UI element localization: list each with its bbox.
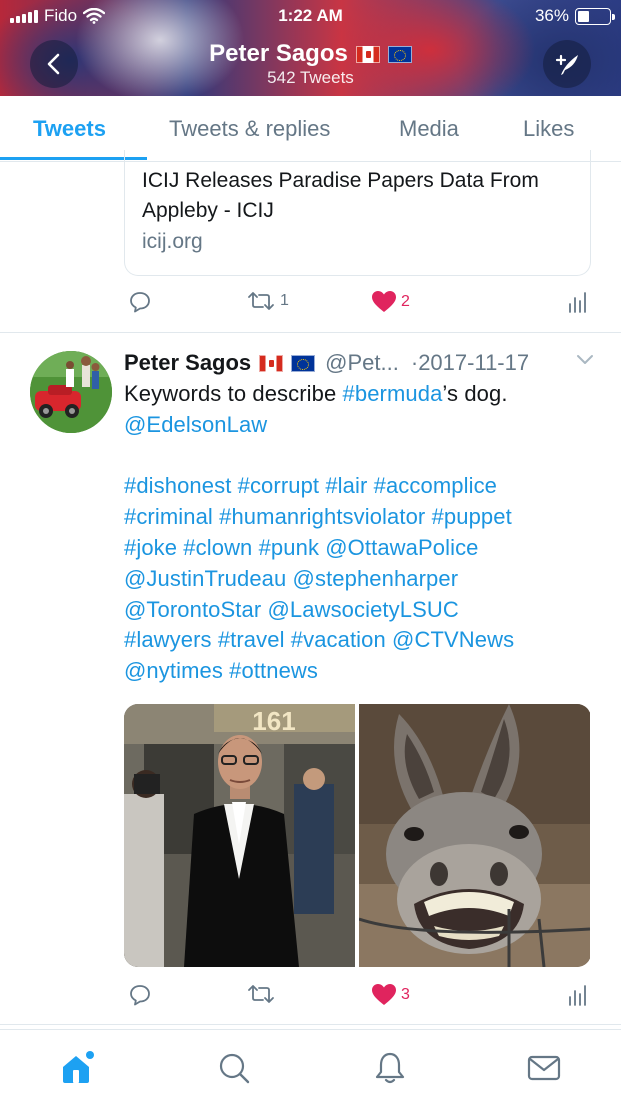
like-count: 2 [401, 293, 410, 310]
reply-button[interactable] [128, 290, 152, 314]
profile-header: Fido 1:22 AM 36% Peter Sagos 542 Tweets [0, 0, 621, 96]
tab-media[interactable]: Media [399, 116, 459, 142]
reply-icon [130, 292, 150, 313]
home-icon [63, 1051, 94, 1083]
tweet-text-segment: Keywords to describe [124, 381, 343, 406]
tweet-text: Keywords to describe #bermuda’s dog. @Ede… [124, 379, 594, 687]
canada-flag-icon [355, 45, 380, 63]
status-time: 1:22 AM [278, 6, 343, 25]
tweet-link[interactable]: #bermuda [343, 381, 443, 406]
tweet-text-line: @TorontoStar @LawsocietyLSUC [124, 595, 594, 626]
retweet-icon [248, 292, 274, 310]
nav-messages[interactable] [526, 1050, 562, 1086]
building-number: 161 [252, 706, 295, 736]
compose-tweet-icon [555, 54, 578, 75]
analytics-button[interactable] [567, 983, 587, 1007]
analytics-icon [569, 985, 586, 1006]
retweet-button[interactable] [246, 983, 280, 1005]
tweet-link[interactable]: @JustinTrudeau @stephenharper [124, 566, 458, 591]
analytics-icon [569, 292, 586, 313]
chevron-down-icon[interactable] [576, 354, 594, 366]
tweet-text-line: @JustinTrudeau @stephenharper [124, 564, 594, 595]
retweet-button[interactable]: 1 [246, 290, 289, 312]
tweet-link[interactable]: #joke #clown #punk @OttawaPolice [124, 535, 479, 560]
canada-flag-icon [259, 354, 284, 372]
eu-flag-icon [387, 45, 412, 63]
tweet-link[interactable]: #criminal #humanrightsviolator #puppet [124, 504, 512, 529]
tweet-link[interactable]: @nytimes #ottnews [124, 658, 318, 683]
like-count: 3 [401, 986, 410, 1003]
avatar[interactable] [30, 351, 112, 433]
link-card-title: ICIJ Releases Paradise Papers Data From … [142, 169, 539, 222]
tweet-text-line: #dishonest #corrupt #lair #accomplice [124, 471, 594, 502]
profile-name: Peter Sagos [209, 40, 348, 67]
tweet-count: 542 Tweets [267, 68, 354, 87]
tweet-link[interactable]: #lawyers #travel #vacation @CTVNews [124, 627, 514, 652]
tweet-link[interactable]: #dishonest #corrupt #lair #accomplice [124, 473, 497, 498]
tweet-text-line: @nytimes #ottnews [124, 656, 594, 687]
nav-home[interactable] [59, 1050, 95, 1086]
notifications-icon [375, 1052, 405, 1084]
compose-tweet-button[interactable] [543, 40, 591, 88]
tweet-text-line: #criminal #humanrightsviolator #puppet [124, 502, 594, 533]
status-bar: Fido 1:22 AM 36% [0, 0, 621, 34]
tweet-divider [0, 1024, 621, 1025]
tweet-date[interactable]: ·2017-11-17 [411, 350, 529, 376]
like-button[interactable]: 3 [371, 983, 410, 1007]
eu-flag-icon [291, 354, 316, 372]
nav-notifications[interactable] [372, 1050, 408, 1086]
tab-tweets-and-replies[interactable]: Tweets & replies [169, 116, 330, 142]
media-photo-lawyer[interactable]: 161 [124, 704, 355, 967]
analytics-button[interactable] [567, 290, 587, 314]
battery-percent: 36% [534, 6, 569, 25]
tweet-author-name[interactable]: Peter Sagos [124, 350, 251, 376]
tweet-text-line: @EdelsonLaw [124, 410, 594, 441]
tweet-actions: 3 [124, 983, 594, 1013]
tweet-text-segment: ’s dog. [442, 381, 508, 406]
tweet-text-line: #lawyers #travel #vacation @CTVNews [124, 625, 594, 656]
like-button[interactable]: 2 [371, 290, 410, 314]
search-icon [219, 1053, 250, 1084]
tab-tweets[interactable]: Tweets [33, 116, 106, 142]
tweet-text-line: #joke #clown #punk @OttawaPolice [124, 533, 594, 564]
tweet-divider [0, 332, 621, 333]
messages-icon [527, 1055, 561, 1081]
tweet-link[interactable]: @EdelsonLaw [124, 412, 267, 437]
heart-filled-icon [372, 291, 396, 312]
tab-likes[interactable]: Likes [523, 116, 574, 142]
tweet-header: Peter Sagos @Pet... ·2017-11-17 [124, 348, 594, 378]
tweet-actions: 1 2 [124, 290, 594, 320]
battery-icon [575, 7, 615, 25]
link-card-domain: icij.org [142, 230, 203, 253]
retweet-icon [248, 985, 274, 1003]
reply-button[interactable] [128, 983, 152, 1007]
tweet-text-line: Keywords to describe #bermuda’s dog. [124, 379, 594, 410]
media-photo-donkey[interactable] [359, 704, 590, 967]
reply-icon [130, 985, 150, 1006]
header-title: Peter Sagos 542 Tweets [0, 40, 621, 88]
link-preview-card[interactable]: ICIJ Releases Paradise Papers Data From … [124, 150, 591, 276]
retweet-count: 1 [280, 292, 289, 309]
bottom-tab-bar [0, 1029, 621, 1104]
nav-search[interactable] [216, 1050, 252, 1086]
tweet-text-line [124, 441, 594, 472]
tweet-author-handle[interactable]: @Pet... [325, 350, 399, 376]
tweet-media[interactable]: 161 [124, 704, 591, 967]
tweet-link[interactable]: @TorontoStar @LawsocietyLSUC [124, 597, 459, 622]
heart-filled-icon [372, 984, 396, 1005]
